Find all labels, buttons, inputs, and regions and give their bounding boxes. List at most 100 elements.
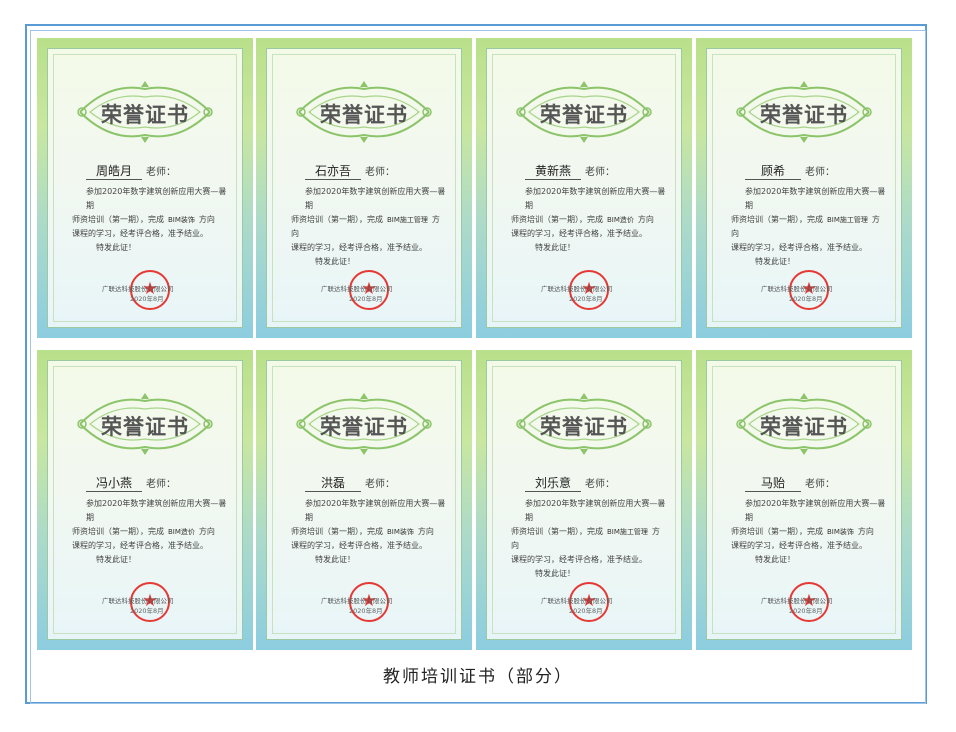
recipient-name: 马贻 (745, 474, 801, 492)
issuer-name: 广联达科技股份有限公司 (761, 285, 833, 293)
issue-date: 2020年8月 (569, 295, 603, 303)
recipient-name: 黄新燕 (525, 162, 581, 180)
figure-caption: 教师培训证书（部分） (383, 667, 573, 687)
special-note: 特发此证！ (96, 555, 136, 564)
issue-date: 2020年8月 (130, 607, 164, 615)
certificate-title: 荣誉证书 (101, 415, 189, 439)
body-line-3: 课程的学习，经考评合格，准予结业。 (291, 541, 427, 550)
certificate-body: 参加2020年数字建筑创新应用大赛—暑期 师资培训（第一期），完成 BIM施工管理… (291, 185, 447, 269)
teacher-suffix: 老师： (805, 167, 835, 178)
certificate-card: 荣誉证书 周皓月 老师： 参加2020年数字建筑创新应用大赛—暑期 师资培训（第一… (37, 38, 253, 338)
recipient-name: 刘乐意 (525, 474, 581, 492)
recipient-line: 周皓月 老师： (86, 162, 176, 180)
recipient-name: 石亦吾 (305, 162, 361, 180)
special-note: 特发此证！ (315, 257, 355, 266)
certificate-body: 参加2020年数字建筑创新应用大赛—暑期 师资培训（第一期），完成 BIM装饰 方向… (72, 185, 228, 255)
recipient-line: 顾希 老师： (745, 162, 835, 180)
issue-date: 2020年8月 (130, 295, 164, 303)
body-line-2: 师资培训（第一期），完成 BIM施工管理 方向 (731, 213, 887, 241)
issue-date: 2020年8月 (349, 607, 383, 615)
certificate-paper: 荣誉证书 洪磊 老师： 参加2020年数字建筑创新应用大赛—暑期 师资培训（第一期… (266, 360, 462, 640)
issue-date: 2020年8月 (569, 607, 603, 615)
body-line-1: 参加2020年数字建筑创新应用大赛—暑期 (745, 499, 886, 522)
issuer-name: 广联达科技股份有限公司 (541, 597, 613, 605)
certificate-title: 荣誉证书 (320, 415, 408, 439)
certificate-title: 荣誉证书 (760, 103, 848, 127)
certificate-title: 荣誉证书 (320, 103, 408, 127)
teacher-suffix: 老师： (585, 167, 615, 178)
teacher-suffix: 老师： (805, 479, 835, 490)
body-line-2-prefix: 师资培训（第一期），完成 (291, 527, 383, 536)
body-line-3: 课程的学习，经考评合格，准予结业。 (72, 229, 208, 238)
body-line-2-prefix: 师资培训（第一期），完成 (72, 527, 164, 536)
teacher-suffix: 老师： (146, 167, 176, 178)
course-name: BIM施工管理 (607, 528, 648, 536)
body-line-2-prefix: 师资培训（第一期），完成 (72, 215, 164, 224)
body-line-2: 师资培训（第一期），完成 BIM装饰 方向 (72, 213, 228, 227)
recipient-name: 洪磊 (305, 474, 361, 492)
certificate-paper: 荣誉证书 马贻 老师： 参加2020年数字建筑创新应用大赛—暑期 师资培训（第一期… (706, 360, 902, 640)
special-note: 特发此证！ (315, 555, 355, 564)
body-line-1: 参加2020年数字建筑创新应用大赛—暑期 (305, 499, 446, 522)
certificate-body: 参加2020年数字建筑创新应用大赛—暑期 师资培训（第一期），完成 BIM造价 方向… (72, 497, 228, 567)
body-line-2-suffix: 方向 (198, 215, 215, 224)
certificate-body: 参加2020年数字建筑创新应用大赛—暑期 师资培训（第一期），完成 BIM造价 方向… (511, 185, 667, 255)
body-line-2: 师资培训（第一期），完成 BIM装饰 方向 (731, 525, 887, 539)
issuer-name: 广联达科技股份有限公司 (102, 285, 174, 293)
special-note: 特发此证！ (535, 569, 575, 578)
special-note: 特发此证！ (535, 243, 575, 252)
teacher-suffix: 老师： (365, 479, 395, 490)
certificate-title: 荣誉证书 (760, 415, 848, 439)
body-line-2: 师资培训（第一期），完成 BIM造价 方向 (511, 213, 667, 227)
certificate-body: 参加2020年数字建筑创新应用大赛—暑期 师资培训（第一期），完成 BIM施工管理… (731, 185, 887, 269)
certificate-title: 荣誉证书 (540, 415, 628, 439)
body-line-2: 师资培训（第一期），完成 BIM施工管理 方向 (511, 525, 667, 553)
course-name: BIM造价 (607, 216, 634, 224)
issuer-name: 广联达科技股份有限公司 (321, 597, 393, 605)
body-line-3: 课程的学习，经考评合格，准予结业。 (731, 243, 867, 252)
certificate-body: 参加2020年数字建筑创新应用大赛—暑期 师资培训（第一期），完成 BIM装饰 方向… (291, 497, 447, 567)
body-line-2-suffix: 方向 (198, 527, 215, 536)
certificate-card: 荣誉证书 刘乐意 老师： 参加2020年数字建筑创新应用大赛—暑期 师资培训（第一… (476, 350, 692, 650)
recipient-name: 冯小燕 (86, 474, 142, 492)
special-note: 特发此证！ (755, 257, 795, 266)
certificate-card: 荣誉证书 洪磊 老师： 参加2020年数字建筑创新应用大赛—暑期 师资培训（第一期… (256, 350, 472, 650)
recipient-line: 冯小燕 老师： (86, 474, 176, 492)
body-line-2-prefix: 师资培训（第一期），完成 (511, 527, 603, 536)
body-line-2: 师资培训（第一期），完成 BIM装饰 方向 (291, 525, 447, 539)
body-line-2-prefix: 师资培训（第一期），完成 (291, 215, 383, 224)
body-line-1: 参加2020年数字建筑创新应用大赛—暑期 (86, 187, 227, 210)
certificate-paper: 荣誉证书 周皓月 老师： 参加2020年数字建筑创新应用大赛—暑期 师资培训（第一… (47, 48, 243, 328)
course-name: BIM施工管理 (387, 216, 428, 224)
body-line-2-prefix: 师资培训（第一期），完成 (511, 215, 603, 224)
body-line-3: 课程的学习，经考评合格，准予结业。 (72, 541, 208, 550)
certificate-paper: 荣誉证书 石亦吾 老师： 参加2020年数字建筑创新应用大赛—暑期 师资培训（第一… (266, 48, 462, 328)
body-line-2-prefix: 师资培训（第一期），完成 (731, 215, 823, 224)
course-name: BIM装饰 (168, 216, 195, 224)
recipient-line: 马贻 老师： (745, 474, 835, 492)
teacher-suffix: 老师： (365, 167, 395, 178)
recipient-name: 周皓月 (86, 162, 142, 180)
body-line-1: 参加2020年数字建筑创新应用大赛—暑期 (305, 187, 446, 210)
teacher-suffix: 老师： (146, 479, 176, 490)
certificate-card: 荣誉证书 顾希 老师： 参加2020年数字建筑创新应用大赛—暑期 师资培训（第一期… (696, 38, 912, 338)
teacher-suffix: 老师： (585, 479, 615, 490)
body-line-2: 师资培训（第一期），完成 BIM造价 方向 (72, 525, 228, 539)
recipient-line: 刘乐意 老师： (525, 474, 615, 492)
recipient-name: 顾希 (745, 162, 801, 180)
course-name: BIM施工管理 (827, 216, 868, 224)
recipient-line: 洪磊 老师： (305, 474, 395, 492)
body-line-2-suffix: 方向 (417, 527, 434, 536)
issuer-name: 广联达科技股份有限公司 (761, 597, 833, 605)
issue-date: 2020年8月 (789, 295, 823, 303)
certificate-card: 荣誉证书 冯小燕 老师： 参加2020年数字建筑创新应用大赛—暑期 师资培训（第一… (37, 350, 253, 650)
certificate-paper: 荣誉证书 刘乐意 老师： 参加2020年数字建筑创新应用大赛—暑期 师资培训（第一… (486, 360, 682, 640)
course-name: BIM造价 (168, 528, 195, 536)
body-line-1: 参加2020年数字建筑创新应用大赛—暑期 (86, 499, 227, 522)
issue-date: 2020年8月 (789, 607, 823, 615)
recipient-line: 黄新燕 老师： (525, 162, 615, 180)
special-note: 特发此证！ (96, 243, 136, 252)
certificate-title: 荣誉证书 (101, 103, 189, 127)
body-line-3: 课程的学习，经考评合格，准予结业。 (511, 229, 647, 238)
issuer-name: 广联达科技股份有限公司 (541, 285, 613, 293)
